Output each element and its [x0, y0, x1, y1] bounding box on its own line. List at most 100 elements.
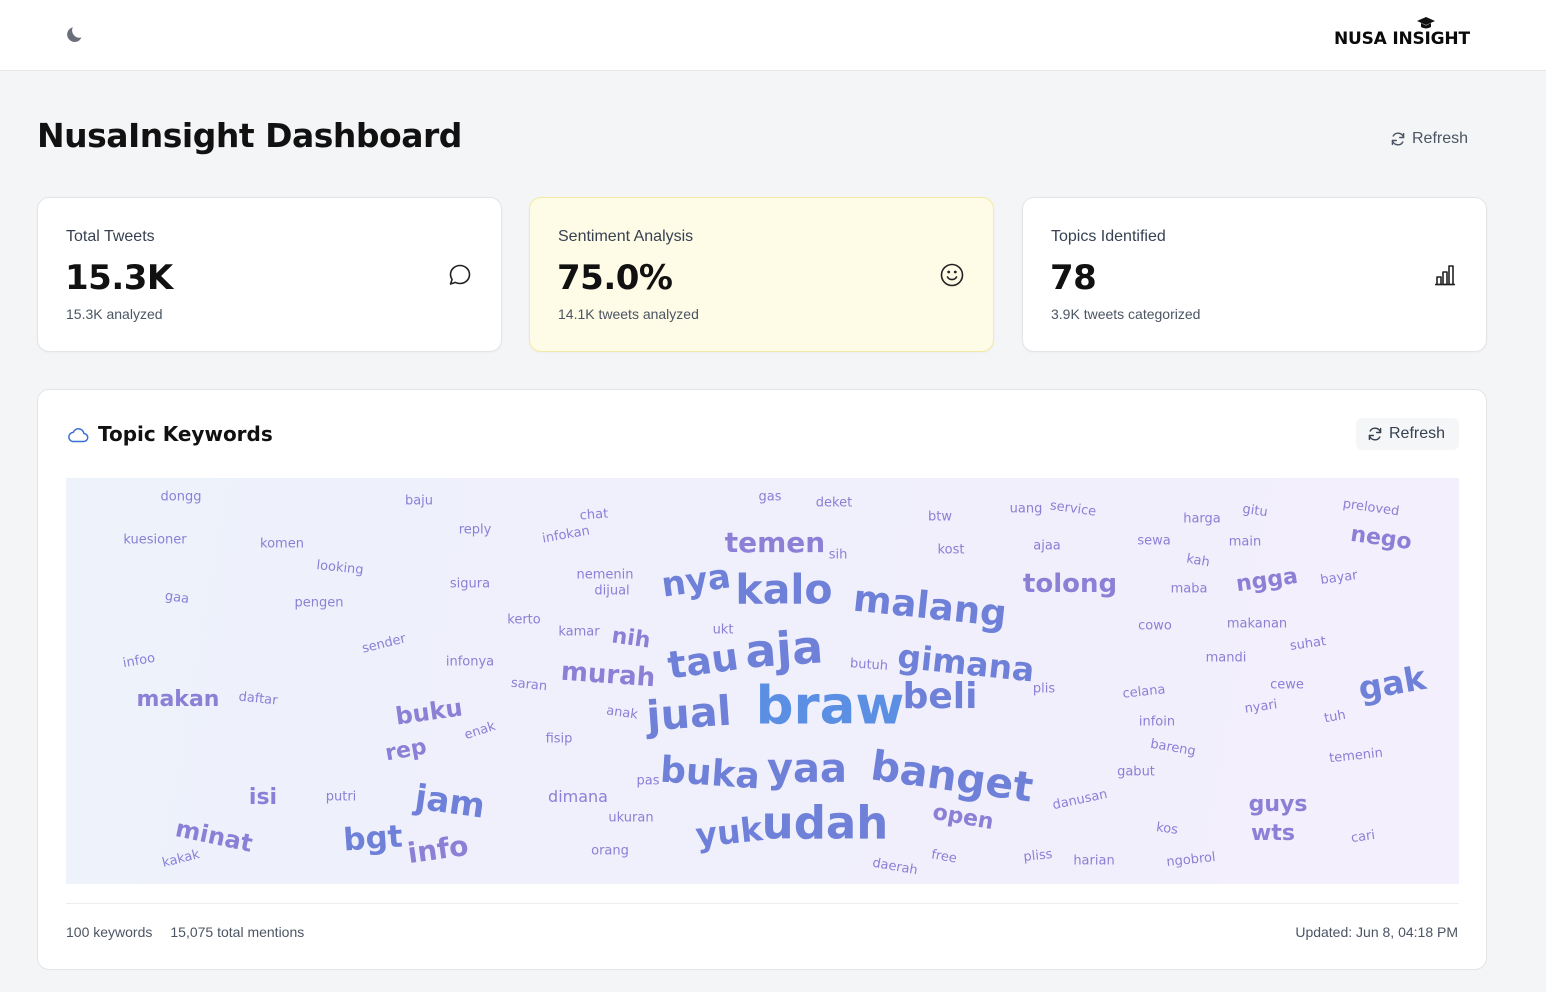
keyword-ajaa[interactable]: ajaa [1033, 540, 1061, 553]
keyword-dijual[interactable]: dijual [594, 585, 629, 598]
keyword-buku[interactable]: buku [394, 693, 465, 730]
keyword-isi[interactable]: isi [249, 787, 277, 809]
keyword-udah[interactable]: udah [762, 801, 889, 846]
keyword-beli[interactable]: beli [903, 679, 978, 715]
keyword-nih[interactable]: nih [610, 623, 652, 653]
keyword-danusan[interactable]: danusan [1051, 787, 1109, 813]
keyword-suhat[interactable]: suhat [1289, 634, 1327, 654]
keyword-guys[interactable]: guys [1249, 794, 1308, 816]
keyword-saran[interactable]: saran [510, 676, 548, 695]
keyword-deket[interactable]: deket [816, 497, 852, 510]
keyword-baju[interactable]: baju [405, 495, 433, 508]
keyword-infonya[interactable]: infonya [446, 656, 494, 669]
keyword-temenin[interactable]: temenin [1328, 746, 1383, 767]
keyword-gitu[interactable]: gitu [1241, 502, 1268, 520]
keyword-bareng[interactable]: bareng [1149, 737, 1197, 760]
keyword-sih[interactable]: sih [829, 549, 848, 562]
keyword-butuh[interactable]: butuh [849, 656, 888, 674]
keyword-makanan[interactable]: makanan [1227, 618, 1287, 631]
keyword-looking[interactable]: looking [316, 558, 364, 578]
keyword-pliss[interactable]: pliss [1023, 847, 1053, 865]
keyword-rep[interactable]: rep [383, 735, 428, 767]
keyword-plis[interactable]: plis [1033, 683, 1055, 696]
keyword-service[interactable]: service [1049, 498, 1097, 519]
keyword-yaa[interactable]: yaa [767, 749, 847, 789]
keyword-ukuran[interactable]: ukuran [608, 812, 653, 825]
keyword-open[interactable]: open [931, 800, 996, 835]
keyword-sender[interactable]: sender [361, 631, 408, 656]
keyword-sewa[interactable]: sewa [1137, 535, 1170, 548]
keyword-sigura[interactable]: sigura [450, 578, 490, 591]
keyword-infoo[interactable]: infoo [122, 651, 156, 671]
brand-logo[interactable]: NUSA INSIGHT [1334, 16, 1474, 56]
keyword-fisip[interactable]: fisip [546, 733, 573, 746]
keyword-harian[interactable]: harian [1073, 855, 1114, 868]
keyword-nego[interactable]: nego [1349, 522, 1413, 555]
keyword-reply[interactable]: reply [459, 524, 492, 537]
keyword-jual[interactable]: jual [645, 687, 733, 741]
keyword-pengen[interactable]: pengen [295, 597, 344, 610]
keyword-gas[interactable]: gas [759, 491, 782, 504]
keyword-anak[interactable]: anak [605, 703, 638, 722]
keyword-putri[interactable]: putri [326, 791, 357, 804]
keyword-enak[interactable]: enak [463, 719, 498, 743]
keyword-mandi[interactable]: mandi [1206, 652, 1247, 665]
keyword-daerah[interactable]: daerah [871, 856, 919, 879]
keyword-kost[interactable]: kost [938, 544, 965, 557]
keyword-infoin[interactable]: infoin [1139, 716, 1175, 729]
keyword-infokan[interactable]: infokan [541, 523, 591, 546]
keyword-gaa[interactable]: gaa [164, 589, 190, 607]
keyword-malang[interactable]: malang [851, 577, 1009, 636]
keyword-nemenin[interactable]: nemenin [577, 569, 634, 582]
keyword-jam[interactable]: jam [413, 777, 488, 826]
keyword-kakak[interactable]: kakak [161, 847, 202, 871]
keyword-murah[interactable]: murah [560, 657, 656, 694]
keyword-info[interactable]: info [405, 829, 470, 870]
keyword-free[interactable]: free [930, 847, 958, 866]
keyword-wts[interactable]: wts [1251, 823, 1295, 845]
keyword-dimana[interactable]: dimana [548, 789, 608, 805]
keyword-banget[interactable]: banget [868, 741, 1036, 811]
keyword-buka[interactable]: buka [659, 750, 761, 798]
keyword-bgt[interactable]: bgt [342, 818, 404, 858]
keyword-tau[interactable]: tau [665, 634, 741, 687]
keyword-bayar[interactable]: bayar [1320, 568, 1359, 588]
keyword-aja[interactable]: aja [743, 619, 824, 678]
keyword-harga[interactable]: harga [1183, 513, 1221, 526]
keyword-nya[interactable]: nya [659, 556, 733, 605]
keyword-celana[interactable]: celana [1122, 682, 1166, 701]
keyword-dongg[interactable]: dongg [161, 491, 202, 504]
keyword-cari[interactable]: cari [1350, 828, 1376, 846]
keyword-orang[interactable]: orang [591, 845, 629, 858]
keyword-uang[interactable]: uang [1010, 503, 1043, 516]
keyword-kuesioner[interactable]: kuesioner [123, 534, 186, 547]
keyword-kamar[interactable]: kamar [558, 626, 599, 639]
keyword-tolong[interactable]: tolong [1023, 571, 1117, 597]
keyword-pas[interactable]: pas [637, 775, 660, 788]
keyword-cewe[interactable]: cewe [1270, 679, 1304, 692]
keyword-braw[interactable]: braw [756, 680, 905, 733]
keyword-gabut[interactable]: gabut [1117, 766, 1155, 779]
keyword-cowo[interactable]: cowo [1138, 620, 1172, 633]
refresh-keywords-button[interactable]: Refresh [1356, 418, 1459, 450]
keyword-chat[interactable]: chat [579, 507, 608, 524]
keyword-nyari[interactable]: nyari [1244, 697, 1279, 716]
keyword-temen[interactable]: temen [725, 529, 825, 557]
keyword-yuk[interactable]: yuk [694, 809, 765, 855]
keyword-makan[interactable]: makan [137, 689, 220, 711]
keyword-gak[interactable]: gak [1355, 658, 1429, 708]
keyword-komen[interactable]: komen [260, 538, 304, 551]
moon-icon[interactable] [64, 22, 88, 46]
keyword-kos[interactable]: kos [1155, 820, 1179, 838]
keyword-main[interactable]: main [1229, 536, 1261, 549]
keyword-kerto[interactable]: kerto [507, 614, 540, 627]
keyword-tuh[interactable]: tuh [1323, 708, 1347, 727]
keyword-kah[interactable]: kah [1185, 552, 1211, 571]
keyword-btw[interactable]: btw [928, 511, 952, 524]
keyword-ngga[interactable]: ngga [1234, 564, 1299, 597]
keyword-daftar[interactable]: daftar [238, 690, 278, 709]
keyword-kalo[interactable]: kalo [735, 569, 832, 611]
keyword-maba[interactable]: maba [1171, 583, 1208, 596]
keyword-ngobrol[interactable]: ngobrol [1166, 850, 1217, 870]
refresh-button[interactable]: Refresh [1384, 124, 1480, 154]
